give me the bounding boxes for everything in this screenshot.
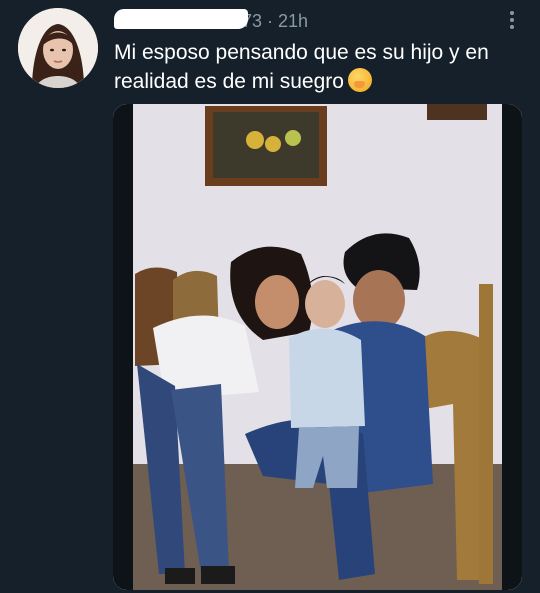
tweet-text: Mi esposo pensando que es su hijo y en r…: [114, 38, 514, 96]
tweet-media-photo[interactable]: [113, 104, 522, 590]
face-with-hand-over-mouth-emoji: [347, 68, 372, 92]
tweet-text-content: Mi esposo pensando que es su hijo y en r…: [114, 41, 489, 93]
avatar[interactable]: [18, 8, 98, 88]
redacted-username: [114, 9, 248, 29]
more-vertical-icon[interactable]: [506, 9, 518, 31]
tweet-header: 73 · 21h: [114, 9, 500, 33]
separator-dot: ·: [267, 10, 274, 31]
timestamp[interactable]: 21h: [278, 11, 308, 32]
